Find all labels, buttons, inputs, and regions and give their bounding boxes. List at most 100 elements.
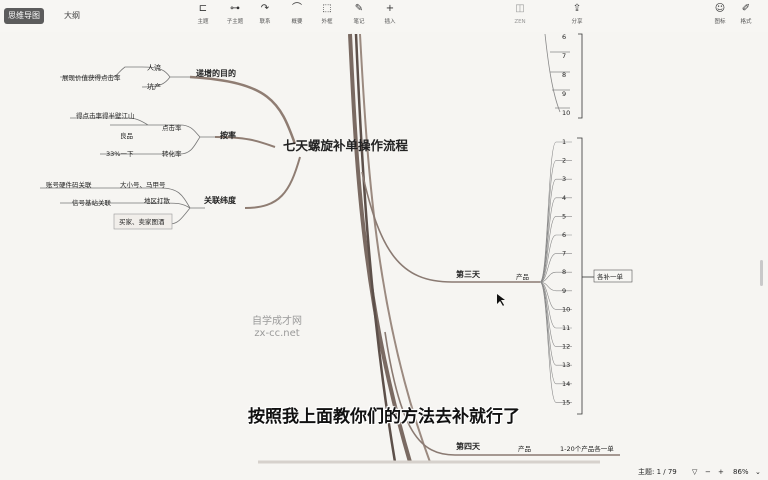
relation-a[interactable]: 账号硬件码关联 bbox=[46, 180, 92, 189]
day3-fan-line bbox=[539, 197, 572, 283]
brush-icon: ✐ bbox=[741, 3, 751, 14]
day4-product[interactable]: 产品 bbox=[518, 444, 531, 453]
relation-c[interactable]: 买家、卖家图酒 bbox=[119, 217, 165, 226]
top-list-bracket bbox=[578, 33, 583, 119]
top-list-item[interactable]: 8 bbox=[562, 71, 566, 79]
cvr-left-node[interactable]: 33%一下 bbox=[106, 150, 134, 158]
day3-list-item[interactable]: 14 bbox=[562, 380, 570, 388]
topic-label: 主题 bbox=[197, 19, 209, 25]
day3-branch bbox=[361, 171, 540, 283]
insert-button[interactable]: + 插入 bbox=[375, 3, 405, 26]
boundary-icon: ⬚ bbox=[322, 3, 332, 14]
relation-label: 联系 bbox=[259, 19, 271, 25]
watermark-line-2: zx-cc.net bbox=[254, 328, 300, 339]
ctr-node[interactable]: 点击率 bbox=[162, 123, 182, 132]
rate-lines bbox=[148, 124, 215, 155]
day3-list-item[interactable]: 10 bbox=[562, 305, 570, 313]
subtopic-label: 子主题 bbox=[226, 19, 244, 25]
day3-note[interactable]: 各补一单 bbox=[597, 272, 624, 281]
summary-label: 概要 bbox=[291, 19, 303, 25]
day4-note[interactable]: 1-20个产品各一单 bbox=[560, 444, 614, 453]
share-button[interactable]: ⇪ 分享 bbox=[562, 3, 592, 26]
zoom-in-icon[interactable]: + bbox=[718, 464, 724, 480]
day3-list-item[interactable]: 9 bbox=[562, 287, 566, 295]
day3-list-item[interactable]: 2 bbox=[562, 157, 566, 165]
purpose-child-1[interactable]: 人流 bbox=[147, 63, 161, 72]
relation-a-right[interactable]: 大小号、马甲号 bbox=[120, 180, 166, 189]
day3-list-item[interactable]: 6 bbox=[562, 231, 566, 239]
day3-title[interactable]: 第三天 bbox=[456, 269, 481, 279]
day4-title[interactable]: 第四天 bbox=[456, 441, 481, 451]
rate-title[interactable]: 按率 bbox=[220, 130, 236, 140]
insert-label: 插入 bbox=[384, 19, 396, 25]
tab-mindmap[interactable]: 思维导图 bbox=[4, 8, 44, 24]
top-list-item[interactable]: 7 bbox=[562, 52, 566, 60]
zen-icon: ◫ bbox=[515, 3, 525, 14]
purpose-child-2[interactable]: 坑产 bbox=[147, 82, 161, 91]
format-button[interactable]: ✐ 格式 bbox=[731, 3, 761, 26]
mouse-cursor-icon bbox=[497, 294, 505, 306]
subtopic-button[interactable]: ⊶ 子主题 bbox=[220, 3, 250, 26]
day3-list-item[interactable]: 4 bbox=[562, 194, 566, 202]
note-icon: ✎ bbox=[354, 3, 364, 14]
top-list-numbers: 6 7 8 9 10 bbox=[562, 33, 570, 117]
purpose-branch bbox=[189, 75, 297, 145]
boundary-label: 外框 bbox=[321, 19, 333, 25]
video-subtitle: 按照我上面教你们的方法去补就行了 bbox=[248, 407, 520, 427]
day3-list-item[interactable]: 8 bbox=[562, 268, 566, 276]
trunk-branch bbox=[354, 33, 397, 463]
topic-count: 主题: 1 / 79 bbox=[638, 468, 677, 476]
day3-list-item[interactable]: 12 bbox=[562, 343, 570, 351]
day3-list-item[interactable]: 1 bbox=[562, 138, 566, 146]
share-label: 分享 bbox=[571, 19, 583, 25]
toolbar: 思维导图 大纲 ⊏ 主题 ⊶ 子主题 ↷ 联系 ⌒ 概要 ⬚ 外框 ✎ 笔记 +… bbox=[0, 0, 768, 32]
ctr-left-node[interactable]: 得点击率得半壁江山 bbox=[76, 111, 135, 120]
status-bar: 主题: 1 / 79 ▽ − + 86% ⌄ bbox=[0, 464, 768, 480]
cvr-node[interactable]: 转化率 bbox=[162, 149, 182, 158]
mindmap-canvas[interactable]: 七天螺旋补单操作流程 递增的目的 人流 坑产 展现价值获得点击率 按率 点击率 … bbox=[0, 32, 768, 464]
day3-list-item[interactable]: 13 bbox=[562, 361, 570, 369]
trunk-branch bbox=[359, 33, 431, 463]
chevron-down-icon[interactable]: ⌄ bbox=[755, 464, 761, 480]
note-button[interactable]: ✎ 笔记 bbox=[344, 3, 374, 26]
zoom-level[interactable]: 86% bbox=[733, 464, 749, 480]
purpose-left[interactable]: 展现价值获得点击率 bbox=[62, 73, 121, 82]
relation-title[interactable]: 关联纬度 bbox=[204, 195, 237, 205]
share-icon: ⇪ bbox=[572, 3, 582, 14]
zen-label: ZEN bbox=[514, 19, 526, 25]
top-list-lines bbox=[544, 33, 570, 113]
good-node[interactable]: 良品 bbox=[120, 131, 133, 140]
relation-button[interactable]: ↷ 联系 bbox=[250, 3, 280, 26]
top-list-item[interactable]: 9 bbox=[562, 90, 566, 98]
day3-bracket bbox=[577, 137, 583, 415]
day3-list-item[interactable]: 11 bbox=[562, 324, 570, 332]
note-label: 笔记 bbox=[353, 19, 365, 25]
root-topic[interactable]: 七天螺旋补单操作流程 bbox=[283, 138, 409, 153]
boundary-button[interactable]: ⬚ 外框 bbox=[312, 3, 342, 26]
zen-button[interactable]: ◫ ZEN bbox=[505, 3, 535, 26]
plus-icon: + bbox=[385, 3, 395, 14]
relation-b-right[interactable]: 地区打散 bbox=[144, 196, 171, 205]
day3-fan-line bbox=[539, 281, 572, 347]
zoom-out-icon[interactable]: − bbox=[705, 464, 711, 480]
summary-button[interactable]: ⌒ 概要 bbox=[282, 3, 312, 26]
summary-icon: ⌒ bbox=[292, 3, 302, 14]
relation-b[interactable]: 信号基站关联 bbox=[72, 198, 112, 207]
top-list-item[interactable]: 6 bbox=[562, 33, 566, 41]
filter-icon[interactable]: ▽ bbox=[692, 464, 697, 480]
purpose-title[interactable]: 递增的目的 bbox=[196, 68, 236, 78]
relation-icon: ↷ bbox=[260, 3, 270, 14]
tab-outline[interactable]: 大纲 bbox=[64, 8, 80, 24]
topic-button[interactable]: ⊏ 主题 bbox=[188, 3, 218, 26]
mindmap-svg: 七天螺旋补单操作流程 递增的目的 人流 坑产 展现价值获得点击率 按率 点击率 … bbox=[40, 33, 633, 464]
subtopic-icon: ⊶ bbox=[230, 3, 240, 14]
day3-list-item[interactable]: 7 bbox=[562, 250, 566, 258]
mindmap-app: 思维导图 大纲 ⊏ 主题 ⊶ 子主题 ↷ 联系 ⌒ 概要 ⬚ 外框 ✎ 笔记 +… bbox=[0, 0, 768, 480]
watermark-line-1: 自学成才网 bbox=[252, 316, 302, 327]
day3-list-item[interactable]: 3 bbox=[562, 175, 566, 183]
day3-list-item[interactable]: 5 bbox=[562, 212, 566, 220]
vertical-scrollbar[interactable] bbox=[760, 260, 763, 286]
day3-product[interactable]: 产品 bbox=[516, 272, 529, 281]
format-label: 格式 bbox=[740, 19, 752, 25]
top-list-item[interactable]: 10 bbox=[562, 109, 570, 117]
